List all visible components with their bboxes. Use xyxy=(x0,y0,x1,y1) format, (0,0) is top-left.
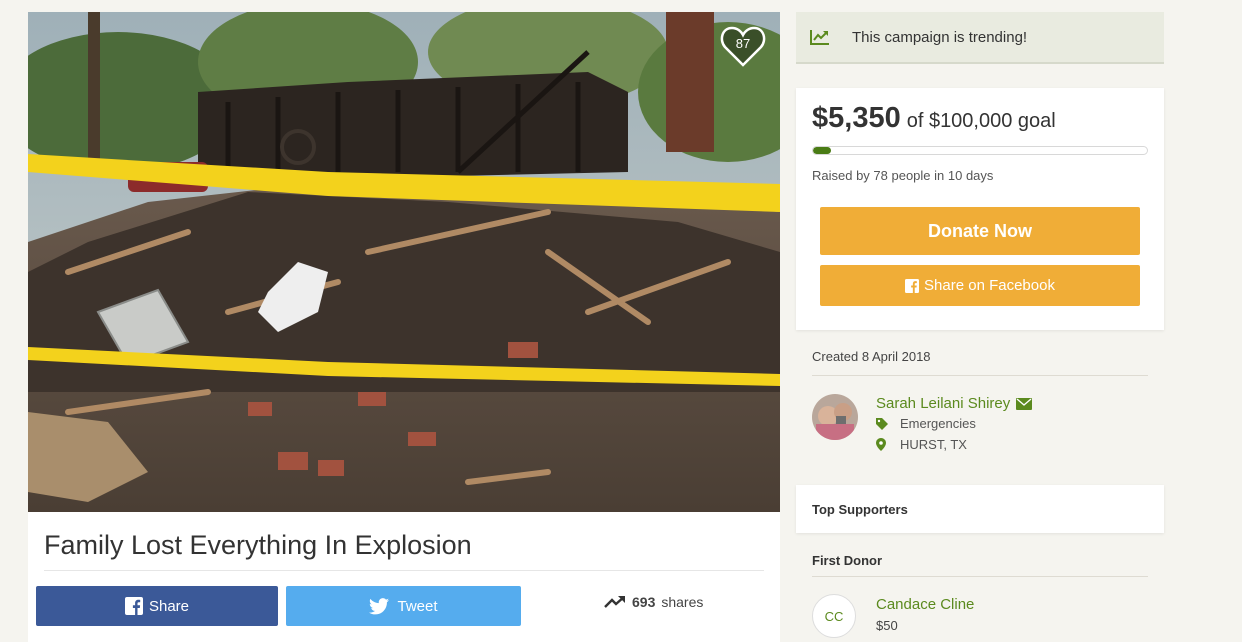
facebook-icon xyxy=(905,278,920,293)
created-date: Created 8 April 2018 xyxy=(812,349,931,364)
donor-avatar: CC xyxy=(812,594,856,638)
first-donor-heading: First Donor xyxy=(812,553,883,568)
campaign-header: Family Lost Everything In Explosion Shar… xyxy=(28,512,780,642)
tweet-button[interactable]: Tweet xyxy=(286,586,521,626)
favorite-count: 87 xyxy=(735,36,751,51)
campaign-title: Family Lost Everything In Explosion xyxy=(44,530,472,560)
divider xyxy=(812,576,1148,577)
funding-summary: $5,350 of $100,000 goal xyxy=(812,102,1056,135)
organizer-photo xyxy=(812,394,858,440)
share-on-facebook-button[interactable]: Share on Facebook xyxy=(820,265,1140,306)
raised-by-text: Raised by 78 people in 10 days xyxy=(812,168,994,183)
campaign-photo: 87 xyxy=(28,12,780,512)
donate-now-button[interactable]: Donate Now xyxy=(820,207,1140,255)
campaign-photo-illustration xyxy=(28,12,780,512)
map-marker-icon xyxy=(876,438,886,451)
trending-banner: This campaign is trending! xyxy=(796,12,1164,64)
goal-text: of $100,000 goal xyxy=(906,110,1056,132)
organizer-avatar[interactable] xyxy=(812,394,858,440)
chart-line-icon xyxy=(810,30,829,45)
progress-bar xyxy=(812,146,1148,155)
share-count: 693 shares xyxy=(604,594,703,610)
share-count-suffix: shares xyxy=(661,594,704,610)
share-count-value: 693 xyxy=(632,594,656,610)
twitter-icon xyxy=(369,597,390,614)
funding-card: $5,350 of $100,000 goal Raised by 78 peo… xyxy=(796,88,1164,330)
facebook-icon xyxy=(124,597,143,615)
raised-amount: $5,350 xyxy=(812,102,901,134)
campaign-location: HURST, TX xyxy=(876,437,967,452)
divider xyxy=(812,375,1148,376)
favorite-button[interactable]: 87 xyxy=(720,24,766,68)
top-supporters-tab[interactable]: Top Supporters xyxy=(796,485,1164,533)
divider xyxy=(44,570,764,571)
trending-text: This campaign is trending! xyxy=(852,28,1028,46)
category-label[interactable]: Emergencies xyxy=(900,416,976,431)
share-on-facebook-label: Share on Facebook xyxy=(924,277,1055,294)
location-label: HURST, TX xyxy=(900,437,967,452)
tag-icon xyxy=(876,417,888,430)
trending-up-icon xyxy=(604,596,625,608)
facebook-share-label: Share xyxy=(148,597,190,615)
organizer: Sarah Leilani Shirey xyxy=(876,395,1033,412)
donor-amount: $50 xyxy=(876,618,898,633)
facebook-share-button[interactable]: Share xyxy=(36,586,278,626)
envelope-icon[interactable] xyxy=(1016,397,1033,410)
campaign-category: Emergencies xyxy=(876,416,976,431)
top-supporters-heading: Top Supporters xyxy=(812,502,908,517)
donor-name: Candace Cline xyxy=(876,596,975,613)
progress-bar-fill xyxy=(813,147,831,154)
organizer-name-link[interactable]: Sarah Leilani Shirey xyxy=(876,395,1010,412)
tweet-label: Tweet xyxy=(397,597,438,615)
